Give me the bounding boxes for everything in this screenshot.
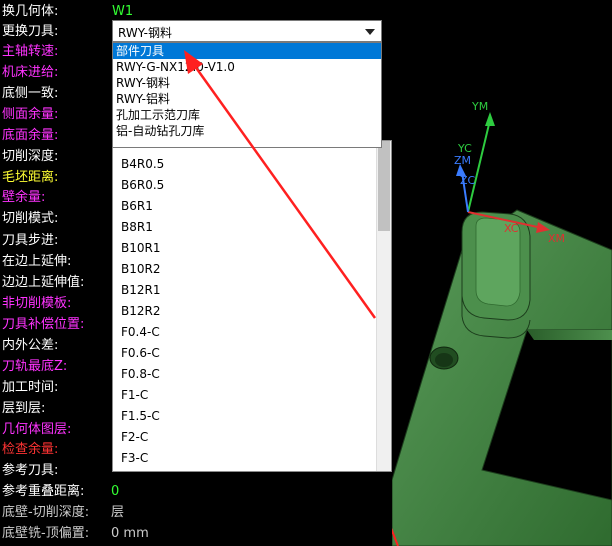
tool-list-item[interactable]: F0.4-C xyxy=(121,325,160,339)
param-value: W1 xyxy=(112,4,134,19)
param-value: 0 xyxy=(111,484,120,499)
param-label: 非切削模板: xyxy=(2,296,72,311)
param-label: 检查余量: xyxy=(2,442,59,457)
param-label: 参考重叠距离: xyxy=(2,484,85,499)
param-label: 底面余量: xyxy=(2,128,59,143)
tool-library-option[interactable]: RWY-铝料 xyxy=(113,91,381,107)
param-value: 层 xyxy=(111,505,125,520)
axis-label-zc: ZC xyxy=(460,174,476,187)
tool-list-item[interactable]: F2-C xyxy=(121,430,148,444)
param-label: 切削深度: xyxy=(2,149,59,164)
tool-library-combo-value: RWY-钢料 xyxy=(118,26,172,40)
scrollbar-thumb[interactable] xyxy=(378,141,390,231)
param-label: 边边上延伸值: xyxy=(2,275,85,290)
tool-list-item[interactable]: F1-C xyxy=(121,388,148,402)
param-label: 底壁-切削深度: xyxy=(2,505,90,520)
tool-list-item[interactable]: B12R1 xyxy=(121,283,160,297)
tool-library-combo[interactable]: RWY-钢料 xyxy=(112,20,382,42)
axis-label-ym: YM xyxy=(471,100,488,113)
tool-list-scrollbar[interactable] xyxy=(376,141,391,471)
axis-label-zm: ZM xyxy=(454,154,471,167)
tool-list-item[interactable]: F0.6-C xyxy=(121,346,160,360)
param-label: 切削模式: xyxy=(2,211,59,226)
param-label: 机床进给: xyxy=(2,65,59,80)
param-label: 主轴转速: xyxy=(2,44,59,59)
model-viewport[interactable]: YM YC ZM ZC XM XC xyxy=(392,0,612,546)
param-label: 底侧一致: xyxy=(2,86,59,101)
param-label: 壁余量: xyxy=(2,190,46,205)
tool-library-option[interactable]: 铝-自动钻孔刀库 xyxy=(113,123,381,139)
tool-library-option[interactable]: 孔加工示范刀库 xyxy=(113,107,381,123)
param-label: 参考刀具: xyxy=(2,463,59,478)
tool-list-item[interactable]: F0.8-C xyxy=(121,367,160,381)
tool-list[interactable]: B3R0.2B4R0.5B6R0.5B6R1B8R1B10R1B10R2B12R… xyxy=(112,140,392,472)
model-view-svg: YM YC ZM ZC XM XC xyxy=(392,100,612,546)
param-label: 更换刀具: xyxy=(2,24,59,39)
tool-library-dropdown[interactable]: 部件刀具 RWY-G-NX12.0-V1.0 RWY-钢料 RWY-铝料 孔加工示范刀库… xyxy=(112,42,382,148)
param-label: 毛坯距离: xyxy=(2,170,59,185)
param-label: 加工时间: xyxy=(2,380,59,395)
param-label: 换几何体: xyxy=(2,4,59,19)
param-label: 刀具补偿位置: xyxy=(2,317,85,332)
param-value: 0 mm xyxy=(111,526,149,541)
tool-library-option[interactable]: RWY-钢料 xyxy=(113,75,381,91)
tool-list-item[interactable]: F1.5-C xyxy=(121,409,160,423)
param-label: 几何体图层: xyxy=(2,422,72,437)
tool-list-item[interactable]: F3-C xyxy=(121,451,148,465)
tool-list-item[interactable]: B8R1 xyxy=(121,220,153,234)
tool-list-item[interactable]: B10R2 xyxy=(121,262,160,276)
param-label: 刀轨最底Z: xyxy=(2,359,68,374)
tool-library-option[interactable]: RWY-G-NX12.0-V1.0 xyxy=(113,59,381,75)
axis-label-xc: XC xyxy=(504,222,519,235)
param-label: 刀具步进: xyxy=(2,233,59,248)
param-label: 内外公差: xyxy=(2,338,59,353)
param-label: 层到层: xyxy=(2,401,46,416)
param-label: 侧面余量: xyxy=(2,107,59,122)
tool-list-item[interactable]: B4R0.5 xyxy=(121,157,164,171)
axis-label-xm: XM xyxy=(548,232,565,245)
tool-list-item[interactable]: B12R2 xyxy=(121,304,160,318)
param-label: 底壁铣-顶偏置: xyxy=(2,526,90,541)
tool-list-item[interactable]: B10R1 xyxy=(121,241,160,255)
chevron-down-icon[interactable] xyxy=(365,29,375,35)
tool-library-option[interactable]: 部件刀具 xyxy=(113,43,381,59)
tool-list-item[interactable]: B6R0.5 xyxy=(121,178,164,192)
tool-list-item[interactable]: B6R1 xyxy=(121,199,153,213)
param-label: 在边上延伸: xyxy=(2,254,72,269)
